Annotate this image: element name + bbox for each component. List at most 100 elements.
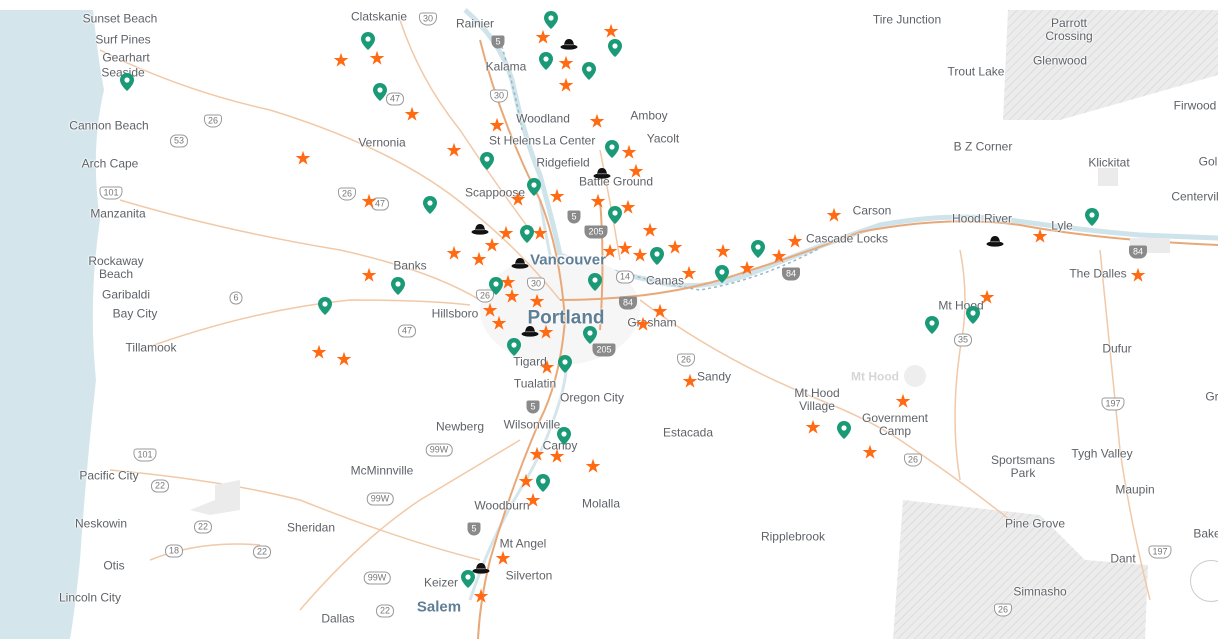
hat-marker-icon[interactable] — [521, 324, 539, 337]
location-pin-icon[interactable] — [608, 39, 622, 57]
star-marker-icon[interactable]: ★ — [1031, 228, 1048, 247]
location-pin-icon[interactable] — [558, 355, 572, 373]
location-pin-icon[interactable] — [520, 225, 534, 243]
star-marker-icon[interactable]: ★ — [627, 163, 644, 182]
star-marker-icon[interactable]: ★ — [537, 324, 554, 343]
star-marker-icon[interactable]: ★ — [310, 344, 327, 363]
location-pin-icon[interactable] — [650, 247, 664, 265]
star-marker-icon[interactable]: ★ — [360, 193, 377, 212]
star-marker-icon[interactable]: ★ — [403, 106, 420, 125]
place-label: The Dalles — [1069, 266, 1127, 281]
star-marker-icon[interactable]: ★ — [445, 142, 462, 161]
star-marker-icon[interactable]: ★ — [681, 373, 698, 392]
location-pin-icon[interactable] — [1085, 208, 1099, 226]
star-marker-icon[interactable]: ★ — [770, 248, 787, 267]
hat-marker-icon[interactable] — [472, 561, 490, 574]
star-marker-icon[interactable]: ★ — [589, 193, 606, 212]
location-pin-icon[interactable] — [544, 11, 558, 29]
place-label: Arch Cape — [81, 156, 139, 171]
star-marker-icon[interactable]: ★ — [497, 225, 514, 244]
star-marker-icon[interactable]: ★ — [1129, 267, 1146, 286]
star-marker-icon[interactable]: ★ — [786, 233, 803, 252]
star-marker-icon[interactable]: ★ — [557, 55, 574, 74]
star-marker-icon[interactable]: ★ — [538, 359, 555, 378]
place-label: Cannon Beach — [69, 118, 149, 133]
star-marker-icon[interactable]: ★ — [548, 188, 565, 207]
star-marker-icon[interactable]: ★ — [531, 225, 548, 244]
star-marker-icon[interactable]: ★ — [332, 52, 349, 71]
star-marker-icon[interactable]: ★ — [620, 144, 637, 163]
star-marker-icon[interactable]: ★ — [666, 239, 683, 258]
location-pin-icon[interactable] — [527, 178, 541, 196]
location-pin-icon[interactable] — [608, 206, 622, 224]
location-pin-icon[interactable] — [583, 326, 597, 344]
star-marker-icon[interactable]: ★ — [509, 191, 526, 210]
star-marker-icon[interactable]: ★ — [680, 265, 697, 284]
star-marker-icon[interactable]: ★ — [470, 251, 487, 270]
place-label: Woodland — [516, 111, 570, 126]
location-pin-icon[interactable] — [480, 152, 494, 170]
star-marker-icon[interactable]: ★ — [738, 260, 755, 279]
star-marker-icon[interactable]: ★ — [494, 550, 511, 569]
location-pin-icon[interactable] — [361, 32, 375, 50]
star-marker-icon[interactable]: ★ — [825, 207, 842, 226]
star-marker-icon[interactable]: ★ — [490, 315, 507, 334]
place-label: Clatskanie — [350, 9, 408, 24]
star-marker-icon[interactable]: ★ — [517, 473, 534, 492]
star-marker-icon[interactable]: ★ — [714, 243, 731, 262]
location-pin-icon[interactable] — [557, 427, 571, 445]
star-marker-icon[interactable]: ★ — [634, 316, 651, 335]
star-marker-icon[interactable]: ★ — [294, 150, 311, 169]
star-marker-icon[interactable]: ★ — [548, 448, 565, 467]
place-label: Woodburn — [474, 498, 530, 513]
star-marker-icon[interactable]: ★ — [631, 247, 648, 266]
star-marker-icon[interactable]: ★ — [978, 289, 995, 308]
star-marker-icon[interactable]: ★ — [488, 117, 505, 136]
star-marker-icon[interactable]: ★ — [503, 288, 520, 307]
location-pin-icon[interactable] — [318, 297, 332, 315]
star-marker-icon[interactable]: ★ — [528, 293, 545, 312]
location-pin-icon[interactable] — [837, 421, 851, 439]
location-pin-icon[interactable] — [391, 277, 405, 295]
star-marker-icon[interactable]: ★ — [360, 267, 377, 286]
location-pin-icon[interactable] — [966, 306, 980, 324]
location-pin-icon[interactable] — [539, 52, 553, 70]
star-marker-icon[interactable]: ★ — [445, 245, 462, 264]
highway-shield: 101 — [99, 186, 123, 200]
location-pin-icon[interactable] — [925, 316, 939, 334]
location-pin-icon[interactable] — [588, 273, 602, 291]
star-marker-icon[interactable]: ★ — [557, 77, 574, 96]
star-marker-icon[interactable]: ★ — [335, 351, 352, 370]
location-pin-icon[interactable] — [423, 196, 437, 214]
star-marker-icon[interactable]: ★ — [368, 50, 385, 69]
location-pin-icon[interactable] — [605, 140, 619, 158]
hat-marker-icon[interactable] — [511, 256, 529, 269]
hat-marker-icon[interactable] — [471, 222, 489, 235]
star-marker-icon[interactable]: ★ — [524, 492, 541, 511]
star-marker-icon[interactable]: ★ — [861, 444, 878, 463]
location-pin-icon[interactable] — [489, 277, 503, 295]
location-pin-icon[interactable] — [536, 474, 550, 492]
place-label: Manzanita — [90, 206, 146, 221]
place-label: Gearhart — [102, 50, 150, 65]
location-pin-icon[interactable] — [507, 338, 521, 356]
location-pin-icon[interactable] — [120, 73, 134, 91]
hat-marker-icon[interactable] — [986, 234, 1004, 247]
hat-marker-icon[interactable] — [593, 166, 611, 179]
star-marker-icon[interactable]: ★ — [528, 446, 545, 465]
star-marker-icon[interactable]: ★ — [641, 222, 658, 241]
star-marker-icon[interactable]: ★ — [534, 29, 551, 48]
location-pin-icon[interactable] — [582, 62, 596, 80]
hat-marker-icon[interactable] — [560, 37, 578, 50]
star-marker-icon[interactable]: ★ — [588, 113, 605, 132]
map-canvas[interactable]: Sunset Beach Surf Pines Gearhart Seaside… — [0, 0, 1218, 639]
location-pin-icon[interactable] — [751, 240, 765, 258]
star-marker-icon[interactable]: ★ — [894, 393, 911, 412]
star-marker-icon[interactable]: ★ — [619, 199, 636, 218]
location-pin-icon[interactable] — [715, 265, 729, 283]
location-pin-icon[interactable] — [373, 83, 387, 101]
star-marker-icon[interactable]: ★ — [472, 588, 489, 607]
star-marker-icon[interactable]: ★ — [651, 303, 668, 322]
star-marker-icon[interactable]: ★ — [804, 419, 821, 438]
star-marker-icon[interactable]: ★ — [584, 458, 601, 477]
